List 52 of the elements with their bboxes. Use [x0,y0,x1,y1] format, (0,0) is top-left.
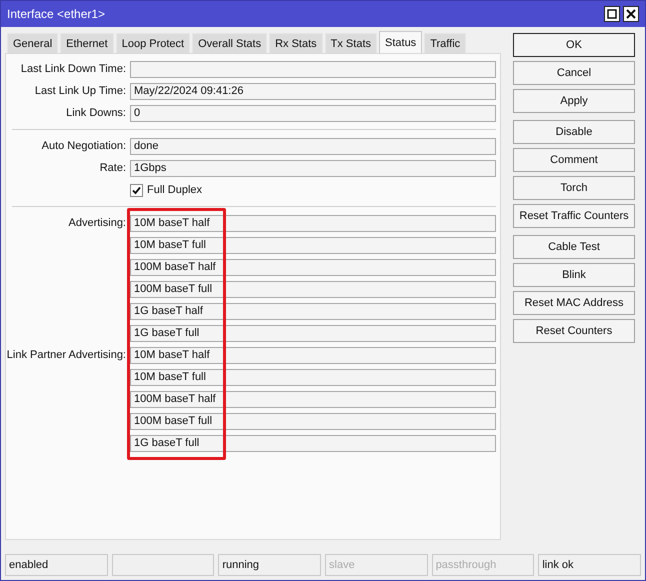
tab[interactable]: Status [379,31,422,53]
dialog-button[interactable]: Blink [513,263,635,287]
field-label: Last Link Down Time: [20,63,127,75]
field-label: Link Partner Advertising: [6,349,127,361]
field-label: Last Link Up Time: [34,85,127,97]
dialog-button[interactable]: Disable [513,120,635,144]
dialog-button[interactable]: Comment [513,148,635,172]
status-cell: passthrough [432,554,534,576]
value-field[interactable]: 10M baseT full [130,236,496,254]
status-cell: running [218,554,322,576]
value-field[interactable]: done [130,138,496,154]
tab[interactable]: General [7,33,58,53]
tab[interactable]: Tx Stats [324,33,377,53]
value-field[interactable]: 10M baseT full [130,368,496,386]
dialog-button[interactable]: Cable Test [513,235,635,259]
tab[interactable]: Overall Stats [192,33,268,53]
tab[interactable]: Rx Stats [269,33,323,53]
value-field[interactable]: 1G baseT half [130,302,496,320]
tab[interactable]: Loop Protect [116,33,190,53]
dialog-button[interactable]: Apply [513,89,635,113]
dialog-button[interactable]: Reset MAC Address [513,291,635,315]
value-field[interactable]: 1G baseT full [130,324,496,342]
value-field[interactable]: 10M baseT half [130,346,496,364]
dialog-button[interactable]: OK [513,33,635,57]
dialog-button[interactable]: Reset Traffic Counters [513,204,635,228]
value-field[interactable]: 1G baseT full [130,434,496,452]
maximize-icon[interactable] [604,6,620,22]
value-field[interactable]: 100M baseT half [130,390,496,408]
value-field[interactable] [130,60,496,78]
value-field[interactable]: May/22/2024 09:41:26 [130,82,496,100]
tab[interactable]: Ethernet [60,33,114,53]
checkbox[interactable] [130,184,143,196]
dialog-button[interactable]: Torch [513,176,635,200]
status-cell: slave [325,554,428,576]
status-cell: enabled [5,554,108,576]
dialog-button[interactable]: Cancel [513,61,635,85]
checkbox-label: Full Duplex [147,184,202,196]
value-field[interactable]: 1Gbps [130,160,496,176]
window-title: Interface <ether1> [7,7,106,21]
value-field[interactable]: 0 [130,104,496,122]
field-label: Advertising: [68,217,127,229]
field-label: Auto Negotiation: [40,140,127,152]
value-field[interactable]: 100M baseT full [130,280,496,298]
field-label: Link Downs: [65,107,127,119]
value-field[interactable]: 100M baseT full [130,412,496,430]
close-icon[interactable] [623,6,639,22]
dialog-button[interactable]: Reset Counters [513,319,635,343]
tab[interactable]: Traffic [424,33,466,53]
field-label: Rate: [98,162,127,174]
value-field[interactable]: 100M baseT half [130,258,496,276]
status-cell: link ok [538,554,642,576]
value-field[interactable]: 10M baseT half [130,214,496,232]
